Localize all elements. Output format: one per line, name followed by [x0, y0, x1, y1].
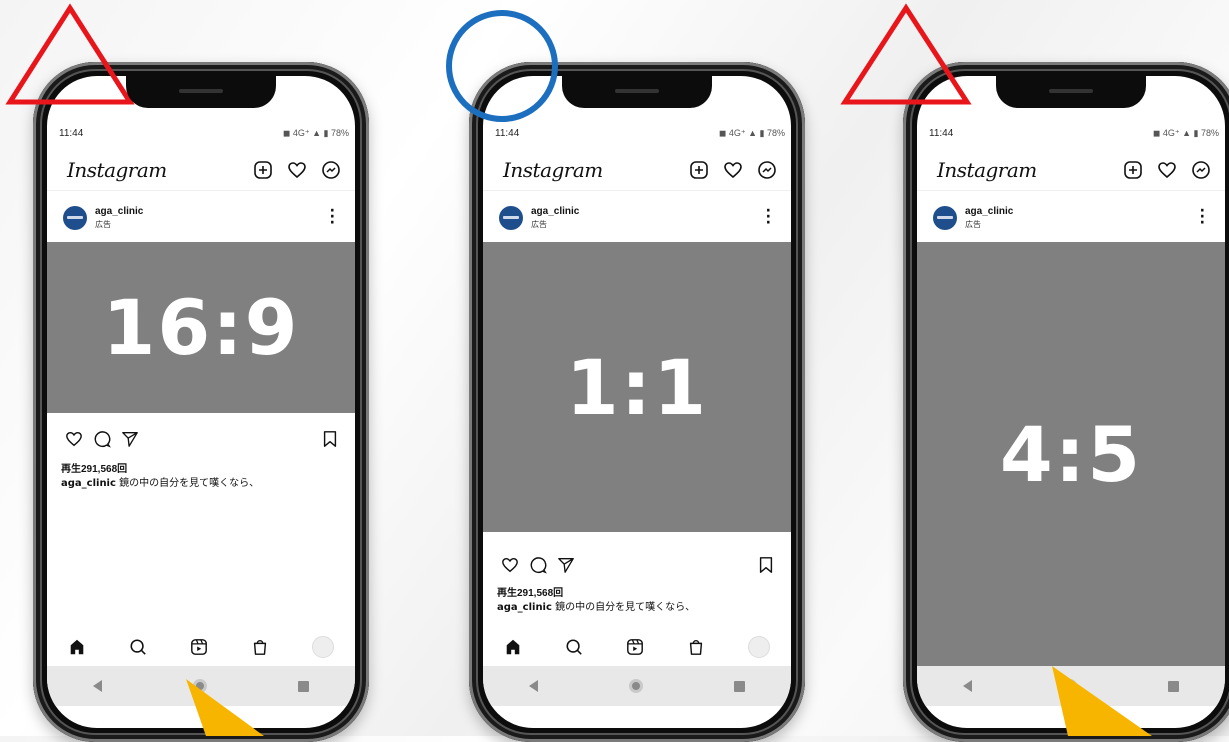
blue-circle-marker	[446, 10, 558, 122]
red-triangle-marker	[5, 3, 135, 105]
phone-speaker	[615, 89, 659, 93]
yellow-arrow-pointer	[186, 679, 264, 736]
phone-speaker	[1049, 89, 1093, 93]
red-triangle-marker	[840, 3, 972, 105]
annotation-overlay	[5, 3, 1152, 736]
phone-speaker	[179, 89, 223, 93]
yellow-arrow-pointer	[1052, 666, 1152, 736]
